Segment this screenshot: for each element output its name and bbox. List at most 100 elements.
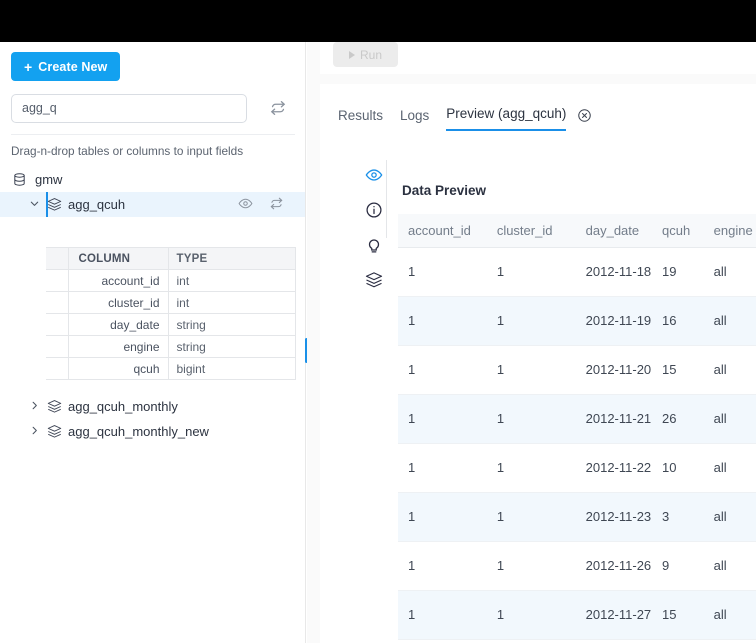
table-row: 1 1 2012-11-22 10 all xyxy=(398,443,756,493)
run-label: Run xyxy=(359,47,382,62)
cell-engine: all xyxy=(703,443,756,493)
schema-col-column: COLUMN xyxy=(67,247,169,270)
schema-column-name: account_id xyxy=(67,269,169,292)
schema-column-type: string xyxy=(167,335,296,358)
column-header-account-id[interactable]: account_id xyxy=(398,214,487,248)
cell-engine: all xyxy=(703,639,756,643)
schema-table: COLUMN TYPE account_id int cluster_id in… xyxy=(46,247,296,380)
catalog-tree: gmw agg_qcuh xyxy=(0,167,305,217)
cell-cluster-id: 1 xyxy=(486,541,576,591)
column-header-cluster-id[interactable]: cluster_id xyxy=(486,214,576,248)
table-row: engine string xyxy=(46,335,296,358)
data-preview-table: account_id cluster_id day_date qcuh engi… xyxy=(398,214,756,643)
cell-day-date: 2012-11-18 xyxy=(575,247,653,297)
results-tabs: Results Logs Preview (agg_qcuh) xyxy=(338,106,592,131)
layers-icon[interactable] xyxy=(365,271,383,289)
cell-engine: all xyxy=(703,296,756,346)
schema-column-name: day_date xyxy=(67,313,169,336)
tree-item-database[interactable]: gmw xyxy=(0,167,305,192)
table-row-actions xyxy=(238,196,284,214)
chevron-down-icon[interactable] xyxy=(28,198,41,212)
table-label: agg_qcuh_monthly xyxy=(68,399,178,414)
schema-header-row: COLUMN TYPE xyxy=(46,247,296,270)
cell-account-id: 1 xyxy=(398,590,487,640)
table-row: 1 1 2012-11-20 15 all xyxy=(398,345,756,395)
editor-toolbar: Run xyxy=(320,42,756,74)
data-preview-title: Data Preview xyxy=(402,183,487,198)
preview-icon-rail xyxy=(354,166,394,289)
column-header-day-date[interactable]: day_date xyxy=(575,214,653,248)
create-new-button[interactable]: + Create New xyxy=(11,52,121,81)
cell-engine: all xyxy=(703,345,756,395)
schema-column-name: cluster_id xyxy=(67,291,169,314)
database-icon xyxy=(12,172,27,187)
table-label: agg_qcuh_monthly_new xyxy=(68,424,209,439)
tab-results[interactable]: Results xyxy=(338,108,383,131)
cell-engine: all xyxy=(703,492,756,542)
refresh-icon[interactable] xyxy=(269,99,287,117)
data-preview-body: 1 1 2012-11-18 19 all 1 1 2012-11-19 16 … xyxy=(398,247,756,643)
cell-account-id: 1 xyxy=(398,345,487,395)
cell-qcuh: 15 xyxy=(652,590,704,640)
catalog-tree-rest: agg_qcuh_monthly agg_qcuh_monthly_new xyxy=(0,394,305,444)
schema-col-blank xyxy=(46,247,69,270)
cell-account-id: 1 xyxy=(398,492,487,542)
column-header-engine[interactable]: engine xyxy=(703,214,756,248)
info-icon[interactable] xyxy=(365,201,383,219)
cell-cluster-id: 1 xyxy=(486,345,576,395)
cell-account-id: 1 xyxy=(398,639,487,643)
cell-qcuh: 9 xyxy=(652,541,704,591)
data-preview-header-row: account_id cluster_id day_date qcuh engi… xyxy=(398,214,756,248)
chevron-right-icon[interactable] xyxy=(28,400,41,414)
tree-item-agg-qcuh[interactable]: agg_qcuh xyxy=(0,192,305,217)
cell-day-date: 2012-11-28 xyxy=(575,639,653,643)
eye-icon[interactable] xyxy=(238,196,253,214)
run-button[interactable]: Run xyxy=(333,42,398,67)
schema-column-name: engine xyxy=(67,335,169,358)
cell-account-id: 1 xyxy=(398,443,487,493)
table-row: 1 1 2012-11-26 9 all xyxy=(398,541,756,591)
cell-account-id: 1 xyxy=(398,541,487,591)
cell-engine: all xyxy=(703,541,756,591)
cell-cluster-id: 1 xyxy=(486,492,576,542)
column-header-qcuh[interactable]: qcuh xyxy=(652,214,704,248)
cell-qcuh: 3 xyxy=(652,492,704,542)
sidebar-divider xyxy=(11,134,295,135)
table-row: 1 1 2012-11-19 16 all xyxy=(398,296,756,346)
tab-logs[interactable]: Logs xyxy=(400,108,429,131)
refresh-icon[interactable] xyxy=(269,196,284,214)
schema-column-type: int xyxy=(167,269,296,292)
tab-preview[interactable]: Preview (agg_qcuh) xyxy=(446,106,567,131)
table-search-input[interactable] xyxy=(11,93,247,123)
chevron-right-icon[interactable] xyxy=(28,425,41,439)
layers-icon xyxy=(47,197,62,212)
cell-day-date: 2012-11-22 xyxy=(575,443,653,493)
cell-cluster-id: 1 xyxy=(486,296,576,346)
cell-qcuh: 16 xyxy=(652,296,704,346)
table-row: 1 1 2012-11-28 12 all xyxy=(398,639,756,643)
table-label: agg_qcuh xyxy=(68,197,126,212)
eye-icon[interactable] xyxy=(365,166,383,184)
cell-account-id: 1 xyxy=(398,247,487,297)
play-icon xyxy=(348,50,355,59)
table-row: cluster_id int xyxy=(46,291,296,314)
cell-qcuh: 12 xyxy=(652,639,704,643)
layers-icon xyxy=(47,424,62,439)
cell-day-date: 2012-11-26 xyxy=(575,541,653,591)
close-circle-icon[interactable] xyxy=(577,108,592,123)
plus-icon: + xyxy=(24,58,33,75)
table-row: day_date string xyxy=(46,313,296,336)
lightbulb-icon[interactable] xyxy=(365,236,383,254)
top-black-bar xyxy=(0,0,756,42)
cell-account-id: 1 xyxy=(398,394,487,444)
app-root: + Create New Drag-n-drop tables or colum… xyxy=(0,0,756,643)
schema-column-type: int xyxy=(167,291,296,314)
cell-account-id: 1 xyxy=(398,296,487,346)
cell-day-date: 2012-11-23 xyxy=(575,492,653,542)
table-row: 1 1 2012-11-18 19 all xyxy=(398,247,756,297)
tree-item-agg-qcuh-monthly[interactable]: agg_qcuh_monthly xyxy=(0,394,305,419)
database-label: gmw xyxy=(35,172,63,187)
tree-item-agg-qcuh-monthly-new[interactable]: agg_qcuh_monthly_new xyxy=(0,419,305,444)
table-row: 1 1 2012-11-21 26 all xyxy=(398,394,756,444)
cell-engine: all xyxy=(703,247,756,297)
